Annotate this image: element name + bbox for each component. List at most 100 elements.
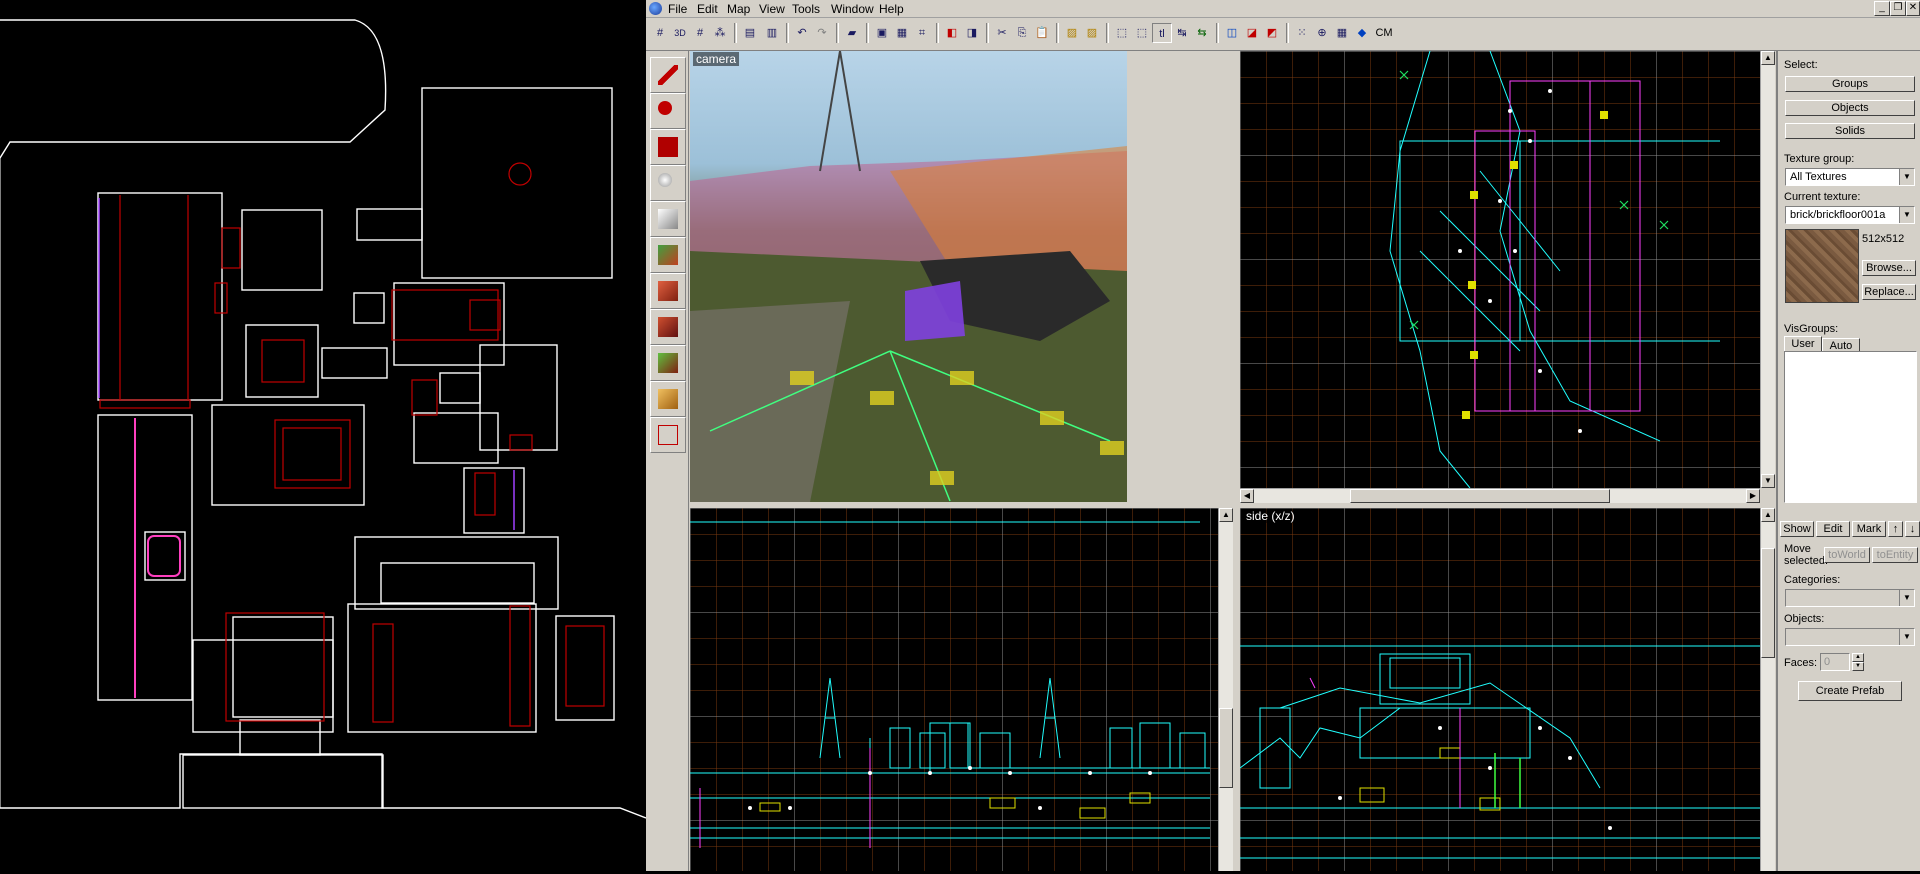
menu-map[interactable]: Map [727,2,750,16]
texture-apply-icon[interactable]: ▨ [1082,23,1102,43]
redo-icon[interactable]: ↷ [812,23,832,43]
vertex-tool[interactable] [650,417,686,453]
menu-view[interactable]: View [759,2,785,16]
restore-icon[interactable]: ❐ [1890,1,1906,16]
categories-select[interactable]: ▼ [1785,589,1915,607]
tab-user[interactable]: User [1784,336,1822,352]
front-viewport[interactable] [690,508,1218,871]
objects-select[interactable]: ▼ [1785,628,1915,646]
close-icon[interactable]: ✕ [1906,1,1920,16]
top-viewport-vscroll[interactable]: ▲ ▼ [1760,51,1775,488]
scroll-up-icon[interactable]: ▲ [1761,51,1775,65]
top-viewport-hscroll[interactable]: ◀ ▶ [1240,488,1760,503]
scroll-left-icon[interactable]: ◀ [1240,489,1254,503]
apply-texture-tool[interactable] [650,273,686,309]
move-up-icon[interactable]: ↑ [1888,521,1903,537]
mark-button[interactable]: Mark [1852,521,1886,537]
scroll-down-icon[interactable]: ▼ [1761,474,1775,488]
move-down-icon[interactable]: ↓ [1905,521,1920,537]
vis-toggle-icon[interactable]: ◩ [1262,23,1282,43]
vscroll-thumb[interactable] [1761,548,1775,658]
create-prefab-button[interactable]: Create Prefab [1798,681,1902,701]
carve-icon[interactable]: ▰ [842,23,862,43]
to-entity-button[interactable]: toEntity [1872,547,1918,563]
decal-tool[interactable] [650,309,686,345]
block-tool[interactable] [650,201,686,237]
vscroll-thumb[interactable] [1219,708,1233,788]
objects-label: Objects: [1784,613,1825,625]
magnify-tool[interactable] [650,93,686,129]
texture-group-select[interactable]: All Textures ▼ [1785,168,1915,186]
hide-objects-icon[interactable]: ◫ [1222,23,1242,43]
text-tool-icon[interactable]: tl [1152,23,1172,43]
cube-icon[interactable]: ◧ [942,23,962,43]
menu-edit[interactable]: Edit [697,2,718,16]
texture-lock-icon[interactable]: ▦ [892,23,912,43]
overlay-tool[interactable] [650,345,686,381]
replace-button[interactable]: Replace... [1862,284,1916,300]
top-viewport[interactable] [1240,51,1760,488]
cm-button[interactable]: CM [1372,23,1396,43]
ungroup-icon[interactable]: ▥ [762,23,782,43]
texture-preview[interactable] [1785,229,1859,303]
cut-icon[interactable]: ✂ [992,23,1012,43]
entity-icon[interactable]: ⇆ [1192,23,1212,43]
cordon-icon[interactable]: ⌗ [912,23,932,43]
map-overview [0,0,647,871]
menu-window[interactable]: Window [831,2,874,16]
top-viewport-grid [1240,51,1760,488]
faces-input[interactable]: 0 [1820,653,1850,671]
clip-icon[interactable]: ⊕ [1312,23,1332,43]
menu-help[interactable]: Help [879,2,904,16]
menu-file[interactable]: File [668,2,687,16]
cube-outline-icon[interactable]: ◨ [962,23,982,43]
group-icon[interactable]: ▤ [740,23,760,43]
objects-button[interactable]: Objects [1785,100,1915,116]
show-objects-icon[interactable]: ◪ [1242,23,1262,43]
paste-icon[interactable]: 📋 [1032,23,1052,43]
camera-tool[interactable] [650,129,686,165]
move-selected-label: Move selected: [1784,543,1829,567]
scroll-up-icon[interactable]: ▲ [1761,508,1775,522]
texture-tool[interactable] [650,237,686,273]
grid-icon[interactable]: # [650,23,670,43]
side-viewport-vscroll[interactable]: ▲ [1760,508,1775,871]
groups-button[interactable]: Groups [1785,76,1915,92]
browse-button[interactable]: Browse... [1862,260,1916,276]
helper-icon[interactable]: ↹ [1172,23,1192,43]
select-icon[interactable]: ⬚ [1112,23,1132,43]
floorplan-drawing [0,19,647,819]
3d-grid-icon[interactable]: 3D [670,23,690,43]
visgroups-list[interactable] [1784,351,1917,503]
minimize-icon[interactable]: _ [1874,1,1890,16]
entity-tool[interactable] [650,165,686,201]
hscroll-thumb[interactable] [1350,489,1610,503]
spin-down-icon[interactable]: ▼ [1852,662,1864,671]
scroll-right-icon[interactable]: ▶ [1746,489,1760,503]
scroll-up-icon[interactable]: ▲ [1219,508,1233,522]
texture-scale-icon[interactable]: ▨ [1062,23,1082,43]
show-button[interactable]: Show [1780,521,1814,537]
grid-toggle-icon[interactable]: # [690,23,710,43]
outer-boundary-top [0,19,387,159]
copy-icon[interactable]: ⎘ [1012,23,1032,43]
overlay-icon[interactable]: ▦ [1332,23,1352,43]
transform-icon[interactable]: ⬚ [1132,23,1152,43]
current-texture-select[interactable]: brick/brickfloor001a ▼ [1785,206,1915,224]
front-viewport-vscroll[interactable]: ▲ [1218,508,1233,871]
hollow-icon[interactable]: ▣ [872,23,892,43]
camera-icon [658,137,678,157]
side-viewport[interactable]: side (x/z) [1240,508,1760,871]
spin-up-icon[interactable]: ▲ [1852,653,1864,662]
edit-button[interactable]: Edit [1816,521,1850,537]
camera-viewport[interactable]: camera [690,51,1127,502]
selection-tool[interactable] [650,57,686,93]
solids-button[interactable]: Solids [1785,123,1915,139]
undo-icon[interactable]: ↶ [792,23,812,43]
menu-tools[interactable]: Tools [792,2,820,16]
to-world-button[interactable]: toWorld [1824,547,1870,563]
model-icon[interactable]: ◆ [1352,23,1372,43]
vertex-icon[interactable]: ⁙ [1292,23,1312,43]
clipping-tool[interactable] [650,381,686,417]
dotted-grid-icon[interactable]: ⁂ [710,23,730,43]
